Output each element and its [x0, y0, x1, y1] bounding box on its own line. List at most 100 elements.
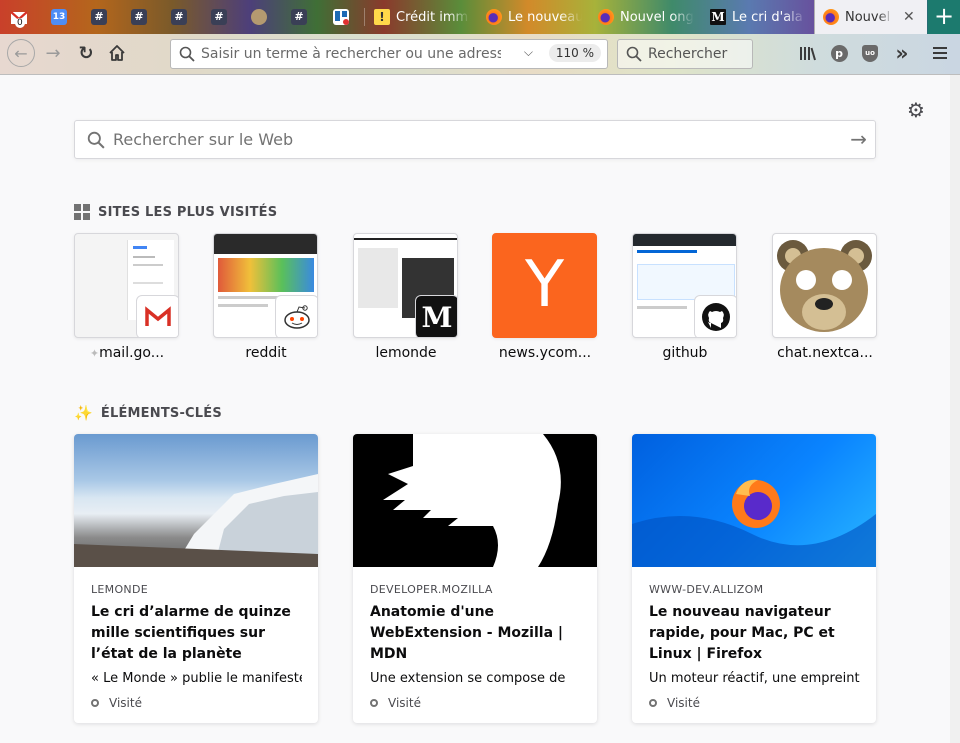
bear-icon: [251, 9, 267, 25]
sparkle-icon: ✨: [74, 404, 93, 422]
top-site-ycombinator[interactable]: Y news.ycom...: [492, 233, 597, 361]
top-site-reddit[interactable]: reddit: [213, 233, 318, 361]
site-thumbnail: [74, 233, 179, 338]
exclamation-icon: !: [374, 9, 390, 25]
library-button[interactable]: [793, 38, 823, 68]
scrollbar[interactable]: [950, 75, 960, 743]
card-context-label: Visité: [388, 696, 421, 710]
forward-arrow-icon: →: [45, 42, 61, 64]
back-arrow-icon: ←: [7, 39, 35, 67]
card-description: Un moteur réactif, une empreinte: [649, 671, 860, 686]
card-context: Visité: [91, 696, 142, 710]
top-site-nextcloud[interactable]: chat.nextca...: [772, 233, 877, 361]
pinned-tab-chat-1[interactable]: #: [80, 0, 118, 34]
tab-nouvel-onglet[interactable]: Nouvel onglet: [590, 0, 702, 34]
pinned-icon: ✦: [89, 347, 100, 360]
highlight-card-mdn[interactable]: DEVELOPER.MOZILLA Anatomie d'une WebExte…: [353, 434, 597, 723]
pinned-tab-calendar[interactable]: 13: [40, 0, 78, 34]
menu-button[interactable]: [925, 38, 955, 68]
reload-button[interactable]: ↻: [71, 38, 101, 68]
top-sites-header[interactable]: SITES LES PLUS VISITÉS: [74, 204, 277, 220]
lemonde-m-icon: M: [415, 295, 457, 337]
highlights-title: ÉLÉMENTS-CLÉS: [100, 405, 222, 421]
search-icon: [626, 46, 642, 62]
url-input[interactable]: [201, 46, 501, 62]
trello-icon: [333, 9, 349, 25]
card-context: Visité: [649, 696, 700, 710]
pinned-tab-bear[interactable]: [240, 0, 278, 34]
gmail-icon: [136, 295, 178, 337]
calendar-icon: 13: [51, 9, 67, 25]
search-icon: [87, 131, 105, 149]
card-description: Une extension se compose de: [370, 671, 566, 686]
web-search-box[interactable]: →: [74, 120, 876, 159]
web-search-input[interactable]: [113, 130, 813, 149]
site-thumbnail: Y: [492, 233, 597, 338]
url-bar[interactable]: ⌵ 110 %: [170, 39, 608, 69]
tab-lemonde[interactable]: M Le cri d'ala: [702, 0, 814, 34]
search-bar[interactable]: Rechercher: [617, 39, 753, 69]
mattermost-hash-icon: #: [291, 9, 307, 25]
search-icon: [179, 46, 195, 62]
firefox-icon: [823, 9, 839, 25]
pocket-extension-button[interactable]: p: [824, 38, 854, 68]
navigation-toolbar: ← → ↻ ⌵ 110 % Rechercher p uo »: [0, 34, 960, 75]
top-sites-title: SITES LES PLUS VISITÉS: [98, 204, 278, 220]
card-title: Le cri d’alarme de quinze mille scientif…: [91, 604, 291, 662]
back-button[interactable]: ←: [6, 38, 36, 68]
firefox-icon: [598, 9, 614, 25]
card-image-mdn-dino: [353, 434, 597, 567]
tab-credit[interactable]: ! Crédit imm: [366, 0, 478, 34]
github-octocat-icon: [694, 295, 736, 337]
home-icon: [108, 44, 126, 62]
card-image-glacier: [74, 434, 318, 567]
highlight-card-firefox[interactable]: WWW-DEV.ALLIZOM Le nouveau navigateur ra…: [632, 434, 876, 723]
double-chevron-right-icon: »: [895, 41, 909, 65]
highlight-card-lemonde[interactable]: LEMONDE Le cri d’alarme de quinze mille …: [74, 434, 318, 723]
pinned-tab-chat-4[interactable]: #: [200, 0, 238, 34]
zoom-indicator[interactable]: 110 %: [548, 44, 601, 62]
dropmarker-chevron-down-icon[interactable]: ⌵: [524, 45, 533, 60]
search-submit-arrow-icon[interactable]: →: [850, 127, 867, 151]
close-icon[interactable]: ✕: [903, 9, 915, 25]
pocket-p-icon: p: [830, 44, 848, 62]
home-button[interactable]: [102, 38, 132, 68]
visited-icon: [370, 699, 378, 707]
ublock-extension-button[interactable]: uo: [855, 38, 885, 68]
visited-icon: [649, 699, 657, 707]
unread-count: 0: [15, 18, 25, 28]
site-thumbnail: [213, 233, 318, 338]
highlights-header[interactable]: ✨ ÉLÉMENTS-CLÉS: [74, 404, 222, 422]
tab-nouveau-navigateur[interactable]: Le nouveau: [478, 0, 590, 34]
tab-label: Nouvel onglet: [620, 9, 694, 25]
site-thumbnail: M: [353, 233, 458, 338]
top-site-gmail[interactable]: ✦mail.go...: [74, 233, 179, 361]
pinned-tab-chat-2[interactable]: #: [120, 0, 158, 34]
search-bar-label: Rechercher: [648, 46, 728, 62]
gear-icon[interactable]: ⚙: [907, 98, 925, 122]
pinned-tab-chat-3[interactable]: #: [160, 0, 198, 34]
top-site-lemonde[interactable]: M lemonde: [353, 233, 458, 361]
forward-button[interactable]: →: [38, 38, 68, 68]
tab-label: Nouvel onglet: [845, 9, 893, 25]
hamburger-menu-icon: [933, 47, 947, 59]
reddit-alien-icon: [275, 295, 317, 337]
card-source: LEMONDE: [91, 583, 148, 596]
card-title: Le nouveau navigateur rapide, pour Mac, …: [649, 604, 835, 662]
visited-icon: [91, 699, 99, 707]
pinned-tab-trello[interactable]: [322, 0, 360, 34]
overflow-button[interactable]: »: [887, 38, 917, 68]
tab-separator: [364, 8, 365, 26]
new-tab-button[interactable]: +: [928, 0, 960, 34]
mattermost-hash-icon: #: [171, 9, 187, 25]
pinned-tab-gmail[interactable]: 0: [0, 0, 38, 34]
top-site-label-text: mail.go...: [99, 345, 165, 361]
ublock-shield-icon: uo: [862, 44, 878, 62]
tab-active-nouvel-onglet[interactable]: Nouvel onglet ✕: [814, 0, 927, 34]
card-context-label: Visité: [667, 696, 700, 710]
mattermost-hash-icon: #: [91, 9, 107, 25]
pinned-tab-chat-5[interactable]: #: [280, 0, 318, 34]
card-source: DEVELOPER.MOZILLA: [370, 583, 493, 596]
top-site-github[interactable]: github: [632, 233, 737, 361]
mattermost-hash-icon: #: [211, 9, 227, 25]
